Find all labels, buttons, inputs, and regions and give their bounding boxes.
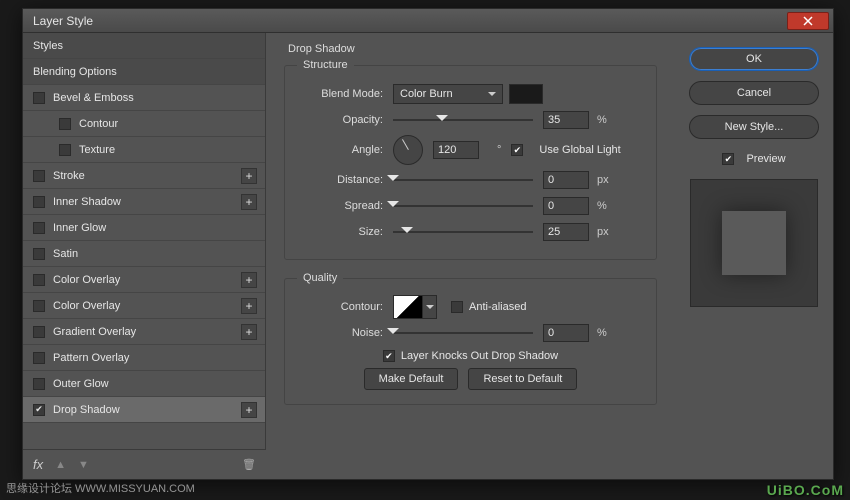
style-outer-glow[interactable]: Outer Glow bbox=[23, 371, 265, 397]
add-icon[interactable] bbox=[241, 194, 257, 210]
make-default-button[interactable]: Make Default bbox=[364, 368, 459, 390]
contour-dropdown[interactable] bbox=[423, 295, 437, 319]
knocks-out-checkbox[interactable] bbox=[383, 350, 395, 362]
quality-group: Quality Contour: Anti-aliased Noise: 0 % bbox=[284, 272, 657, 405]
checkbox[interactable] bbox=[33, 326, 45, 338]
use-global-light-label: Use Global Light bbox=[539, 144, 620, 156]
add-icon[interactable] bbox=[241, 272, 257, 288]
size-input[interactable]: 25 bbox=[543, 223, 589, 241]
spread-slider[interactable] bbox=[393, 198, 533, 214]
style-contour[interactable]: Contour bbox=[23, 111, 265, 137]
close-button[interactable] bbox=[787, 12, 829, 30]
blending-options[interactable]: Blending Options bbox=[23, 59, 265, 85]
ok-button[interactable]: OK bbox=[689, 47, 819, 71]
checkbox[interactable] bbox=[33, 170, 45, 182]
opacity-slider[interactable] bbox=[393, 112, 533, 128]
style-satin[interactable]: Satin bbox=[23, 241, 265, 267]
knocks-out-label: Layer Knocks Out Drop Shadow bbox=[401, 350, 558, 362]
distance-label: Distance: bbox=[297, 174, 383, 186]
close-icon bbox=[803, 16, 813, 26]
shadow-color-swatch[interactable] bbox=[509, 84, 543, 104]
angle-label: Angle: bbox=[297, 144, 383, 156]
checkbox[interactable] bbox=[33, 378, 45, 390]
quality-legend: Quality bbox=[297, 272, 343, 284]
trash-icon[interactable]: 🗑 bbox=[242, 458, 256, 471]
style-color-overlay-1[interactable]: Color Overlay bbox=[23, 267, 265, 293]
opacity-label: Opacity: bbox=[297, 114, 383, 126]
dialog-title: Layer Style bbox=[33, 14, 93, 28]
style-inner-glow[interactable]: Inner Glow bbox=[23, 215, 265, 241]
antialiased-label: Anti-aliased bbox=[469, 301, 526, 313]
checkbox[interactable] bbox=[59, 118, 71, 130]
style-texture[interactable]: Texture bbox=[23, 137, 265, 163]
reset-default-button[interactable]: Reset to Default bbox=[468, 368, 577, 390]
checkbox[interactable] bbox=[33, 248, 45, 260]
distance-slider[interactable] bbox=[393, 172, 533, 188]
spread-input[interactable]: 0 bbox=[543, 197, 589, 215]
add-icon[interactable] bbox=[241, 402, 257, 418]
action-column: OK Cancel New Style... Preview bbox=[675, 33, 833, 449]
watermark-logo: UiBO.CoM bbox=[767, 482, 844, 498]
structure-legend: Structure bbox=[297, 59, 354, 71]
size-label: Size: bbox=[297, 226, 383, 238]
preview-checkbox[interactable] bbox=[722, 153, 734, 165]
structure-group: Structure Blend Mode: Color Burn Opacity… bbox=[284, 59, 657, 260]
contour-label: Contour: bbox=[297, 301, 383, 313]
style-inner-shadow[interactable]: Inner Shadow bbox=[23, 189, 265, 215]
checkbox[interactable] bbox=[33, 222, 45, 234]
style-pattern-overlay[interactable]: Pattern Overlay bbox=[23, 345, 265, 371]
noise-slider[interactable] bbox=[393, 325, 533, 341]
checkbox-checked[interactable] bbox=[33, 404, 45, 416]
opacity-input[interactable]: 35 bbox=[543, 111, 589, 129]
checkbox[interactable] bbox=[33, 300, 45, 312]
checkbox[interactable] bbox=[33, 274, 45, 286]
layer-style-dialog: Layer Style Styles Blending Options Beve… bbox=[22, 8, 834, 480]
style-drop-shadow[interactable]: Drop Shadow bbox=[23, 397, 265, 423]
styles-header[interactable]: Styles bbox=[23, 33, 265, 59]
preview-label: Preview bbox=[746, 153, 785, 165]
style-stroke[interactable]: Stroke bbox=[23, 163, 265, 189]
cancel-button[interactable]: Cancel bbox=[689, 81, 819, 105]
use-global-light-checkbox[interactable] bbox=[511, 144, 523, 156]
arrow-up-icon[interactable]: ▲ bbox=[55, 459, 66, 471]
fx-icon[interactable]: fx bbox=[33, 457, 43, 472]
settings-panel: Drop Shadow Structure Blend Mode: Color … bbox=[266, 33, 675, 449]
checkbox[interactable] bbox=[33, 352, 45, 364]
watermark-text: 思缘设计论坛 WWW.MISSYUAN.COM bbox=[6, 480, 195, 496]
antialiased-checkbox[interactable] bbox=[451, 301, 463, 313]
preview-thumbnail bbox=[690, 179, 818, 307]
style-bevel-emboss[interactable]: Bevel & Emboss bbox=[23, 85, 265, 111]
blend-mode-select[interactable]: Color Burn bbox=[393, 84, 503, 104]
distance-input[interactable]: 0 bbox=[543, 171, 589, 189]
angle-dial[interactable] bbox=[393, 135, 423, 165]
size-slider[interactable] bbox=[393, 224, 533, 240]
style-gradient-overlay[interactable]: Gradient Overlay bbox=[23, 319, 265, 345]
checkbox[interactable] bbox=[59, 144, 71, 156]
noise-input[interactable]: 0 bbox=[543, 324, 589, 342]
add-icon[interactable] bbox=[241, 324, 257, 340]
panel-title: Drop Shadow bbox=[288, 43, 657, 55]
style-color-overlay-2[interactable]: Color Overlay bbox=[23, 293, 265, 319]
noise-label: Noise: bbox=[297, 327, 383, 339]
styles-list: Styles Blending Options Bevel & Emboss C… bbox=[23, 33, 266, 449]
angle-input[interactable]: 120 bbox=[433, 141, 479, 159]
checkbox[interactable] bbox=[33, 196, 45, 208]
title-bar[interactable]: Layer Style bbox=[23, 9, 833, 33]
arrow-down-icon[interactable]: ▼ bbox=[78, 459, 89, 471]
new-style-button[interactable]: New Style... bbox=[689, 115, 819, 139]
blend-mode-label: Blend Mode: bbox=[297, 88, 383, 100]
add-icon[interactable] bbox=[241, 168, 257, 184]
spread-label: Spread: bbox=[297, 200, 383, 212]
add-icon[interactable] bbox=[241, 298, 257, 314]
contour-swatch[interactable] bbox=[393, 295, 423, 319]
checkbox[interactable] bbox=[33, 92, 45, 104]
fx-bar: fx ▲ ▼ 🗑 bbox=[23, 449, 266, 479]
